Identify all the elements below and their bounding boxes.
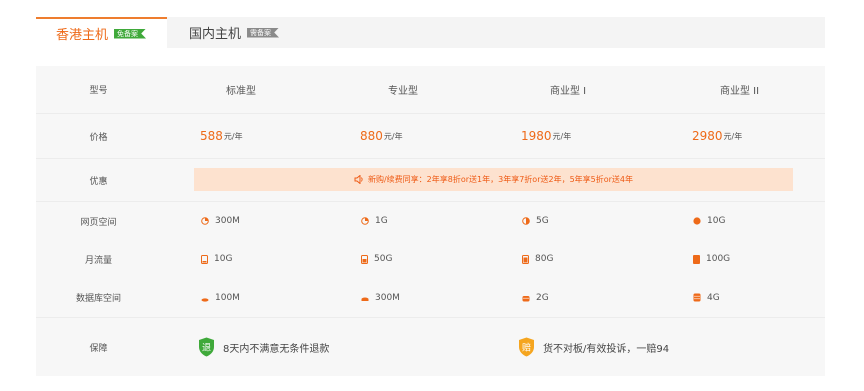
traffic-cell: 50G xyxy=(361,254,392,264)
row-label: 型号 xyxy=(89,86,108,96)
pie-quarter-icon xyxy=(201,217,209,225)
row-label: 保障 xyxy=(89,343,108,354)
pie-half-icon xyxy=(522,217,530,225)
database-cell: 300M xyxy=(361,293,400,303)
web-space-row: 网页空间 300M 1G 5G 10G xyxy=(36,202,825,240)
database-cell: 4G xyxy=(693,293,720,303)
guarantee-row: 保障 退 8天内不满意无条件退款 赔 货不对板/有效投诉，一赔94 xyxy=(36,318,825,376)
price-amount: 880 xyxy=(360,129,383,143)
guarantee-text: 货不对板/有效投诉，一赔94 xyxy=(543,343,670,355)
row-label: 月流量 xyxy=(84,255,112,266)
space-cell: 10G xyxy=(693,216,725,226)
space-value: 10G xyxy=(707,216,726,226)
database-value: 100M xyxy=(215,292,240,303)
plan-name: 商业型 I xyxy=(550,86,587,97)
price: 880 元/年 xyxy=(360,129,403,143)
space-cell: 5G xyxy=(522,216,549,226)
plan-comparison-table: 型号 标准型 专业型 商业型 I 商业型 II 价格 588 元/年 880 元/年… xyxy=(36,66,825,376)
battery-full-icon xyxy=(693,254,700,264)
database-value: 300M xyxy=(375,292,400,303)
battery-high-icon xyxy=(522,254,529,264)
filing-required-badge: 需备案 xyxy=(247,27,280,38)
promo-row: 优惠 新购/续费同享：2年享8折or送1年，3年享7折or送2年，5年享5折or… xyxy=(36,159,825,202)
plan-name: 专业型 xyxy=(388,86,418,97)
tab-hongkong-host[interactable]: 香港主机 免备案 xyxy=(36,17,167,48)
traffic-value: 80G xyxy=(535,254,554,264)
guarantee-text: 8天内不满意无条件退款 xyxy=(223,343,330,355)
promo-text: 新购/续费同享：2年享8折or送1年，3年享7折or送2年，5年享5折or送4年 xyxy=(367,175,634,184)
price-unit: 元/年 xyxy=(383,131,403,141)
traffic-value: 10G xyxy=(214,254,233,264)
price-amount: 1980 xyxy=(521,129,552,143)
model-row: 型号 标准型 专业型 商业型 I 商业型 II xyxy=(36,66,825,114)
price: 588 元/年 xyxy=(200,129,243,143)
space-value: 300M xyxy=(215,216,240,226)
space-cell: 300M xyxy=(201,216,240,226)
price-unit: 元/年 xyxy=(552,131,572,141)
compensation-shield-icon: 赔 xyxy=(519,337,534,357)
space-value: 1G xyxy=(375,216,388,226)
tab-label: 香港主机 xyxy=(56,28,109,43)
price-unit: 元/年 xyxy=(723,131,743,141)
space-cell: 1G xyxy=(361,216,388,226)
pie-quarter-icon xyxy=(361,217,369,225)
price-row: 价格 588 元/年 880 元/年 1980 元/年 2980 元/年 xyxy=(36,114,825,159)
price: 1980 元/年 xyxy=(521,129,571,143)
plan-name: 商业型 II xyxy=(720,86,760,97)
plan-name: 标准型 xyxy=(226,86,256,97)
price: 2980 元/年 xyxy=(692,129,742,143)
traffic-row: 月流量 10G 50G 80G 100G xyxy=(36,240,825,278)
row-label: 优惠 xyxy=(89,176,108,187)
traffic-cell: 80G xyxy=(522,254,553,264)
row-label: 网页空间 xyxy=(80,217,117,228)
refund-shield-icon: 退 xyxy=(199,337,214,357)
pie-full-icon xyxy=(693,217,701,225)
database-value: 4G xyxy=(707,292,720,303)
database-icon xyxy=(201,297,209,302)
database-value: 2G xyxy=(536,292,549,303)
host-type-tabs: 香港主机 免备案 国内主机 需备案 xyxy=(36,17,825,48)
database-cell: 2G xyxy=(522,293,549,303)
shield-badge-text: 赔 xyxy=(522,342,531,354)
price-amount: 588 xyxy=(200,129,223,143)
database-cell: 100M xyxy=(201,293,240,303)
battery-low-icon xyxy=(201,254,208,264)
row-label: 价格 xyxy=(89,132,108,143)
database-icon xyxy=(361,297,369,301)
traffic-cell: 100G xyxy=(693,254,730,264)
space-value: 5G xyxy=(536,216,549,226)
price-unit: 元/年 xyxy=(223,131,243,141)
traffic-value: 50G xyxy=(374,254,393,264)
promo-banner: 新购/续费同享：2年享8折or送1年，3年享7折or送2年，5年享5折or送4年 xyxy=(194,168,793,191)
refund-guarantee: 退 8天内不满意无条件退款 xyxy=(198,337,329,357)
price-amount: 2980 xyxy=(692,129,723,143)
compensation-guarantee: 赔 货不对板/有效投诉，一赔94 xyxy=(518,337,669,357)
database-row: 数据库空间 100M 300M 2G 4G xyxy=(36,278,825,318)
tab-domestic-host[interactable]: 国内主机 需备案 xyxy=(167,17,297,48)
battery-half-icon xyxy=(361,254,368,264)
database-icon xyxy=(522,295,530,301)
row-label: 数据库空间 xyxy=(75,294,121,304)
tab-label: 国内主机 xyxy=(189,27,242,42)
traffic-value: 100G xyxy=(706,254,731,264)
traffic-cell: 10G xyxy=(201,254,232,264)
no-filing-badge: 免备案 xyxy=(114,28,147,39)
shield-badge-text: 退 xyxy=(202,343,211,354)
database-icon xyxy=(693,293,701,302)
speaker-icon xyxy=(354,175,363,184)
